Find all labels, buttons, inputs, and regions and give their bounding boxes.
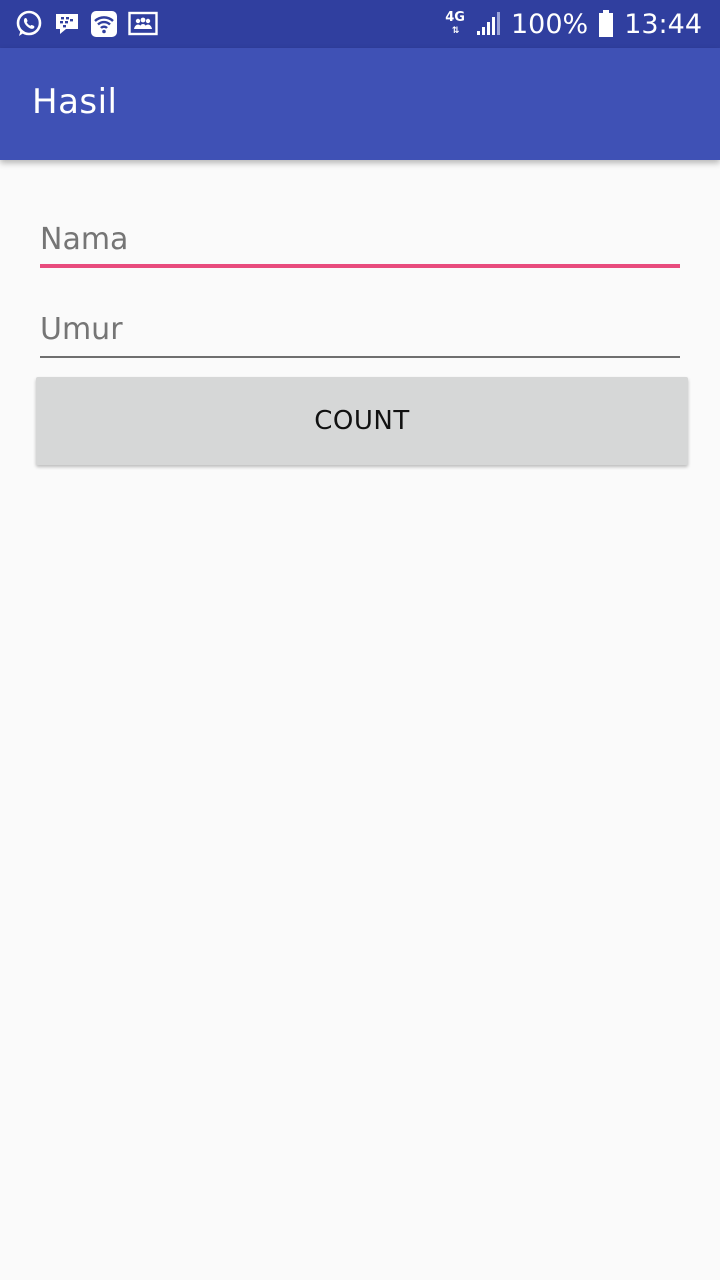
whatsapp-icon bbox=[14, 9, 44, 39]
battery-icon bbox=[598, 10, 614, 38]
count-button[interactable]: COUNT bbox=[36, 377, 688, 465]
age-input[interactable] bbox=[40, 304, 680, 354]
name-input-underline bbox=[40, 264, 680, 268]
page-title: Hasil bbox=[32, 82, 118, 122]
status-left-icons bbox=[14, 9, 158, 39]
signal-strength-icon bbox=[475, 11, 501, 37]
network-type-indicator: 4G ⇅ bbox=[445, 9, 465, 37]
bbm-icon bbox=[54, 11, 80, 37]
age-input-underline bbox=[40, 356, 680, 358]
status-bar: 4G ⇅ 100% 13:44 bbox=[0, 0, 720, 48]
wifi-icon bbox=[90, 10, 118, 38]
name-field-container bbox=[40, 214, 680, 268]
data-arrows-icon: ⇅ bbox=[451, 25, 459, 36]
age-field-container bbox=[40, 304, 680, 358]
app-bar: Hasil bbox=[0, 48, 720, 160]
clock: 13:44 bbox=[624, 8, 702, 40]
network-type-label: 4G bbox=[445, 9, 465, 25]
name-input[interactable] bbox=[40, 214, 680, 264]
battery-percentage: 100% bbox=[510, 8, 589, 40]
status-right-indicators: 4G ⇅ 100% 13:44 bbox=[445, 6, 702, 42]
notification-icon bbox=[128, 11, 158, 37]
